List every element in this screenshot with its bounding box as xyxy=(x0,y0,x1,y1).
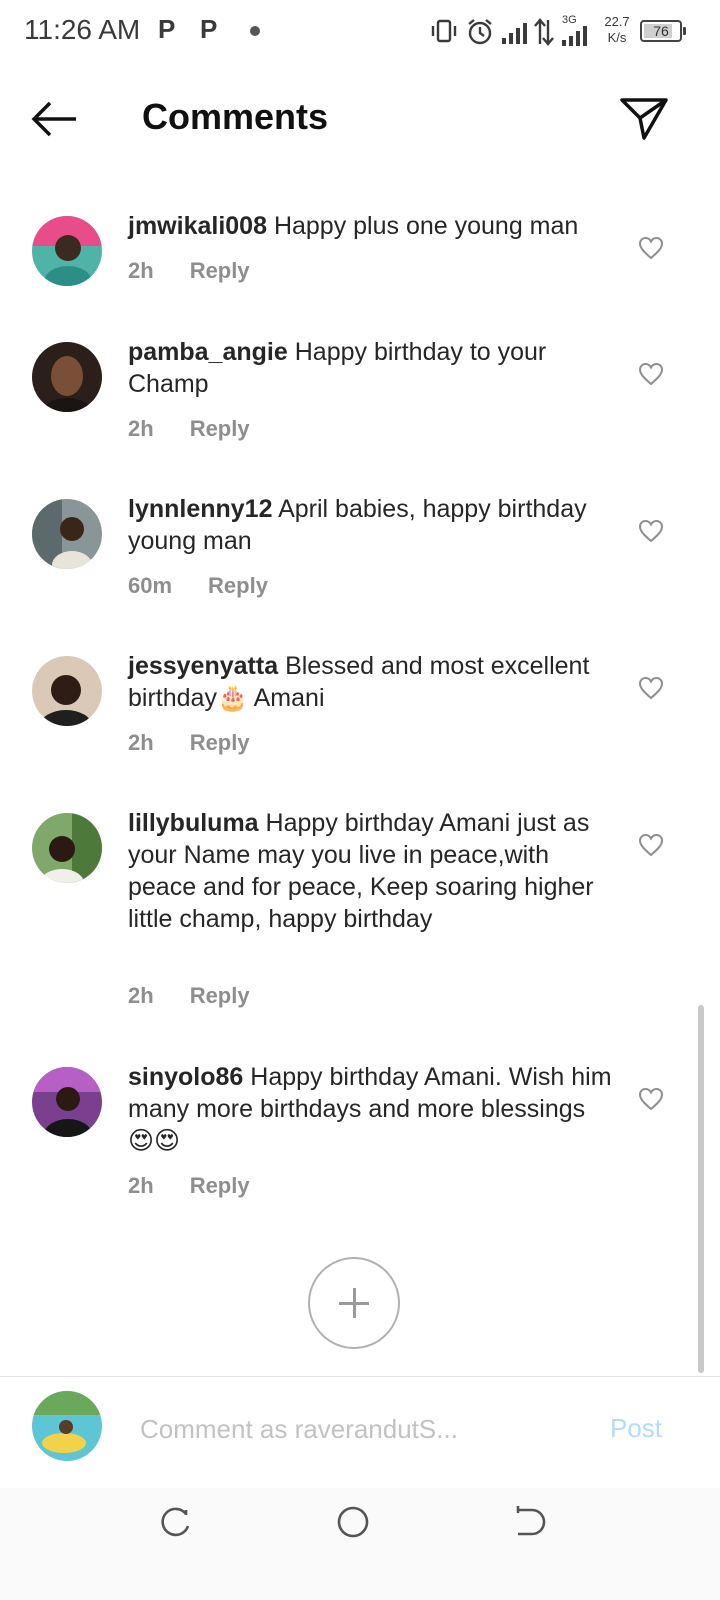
reply-button[interactable]: Reply xyxy=(190,730,250,755)
home-button[interactable] xyxy=(333,1502,373,1542)
comment-username[interactable]: jmwikali008 xyxy=(128,212,267,240)
post-button[interactable]: Post xyxy=(610,1413,662,1444)
avatar[interactable] xyxy=(32,656,102,726)
reply-button[interactable]: Reply xyxy=(190,1173,250,1198)
like-button[interactable] xyxy=(638,676,664,700)
avatar xyxy=(32,1391,102,1461)
avatar[interactable] xyxy=(32,342,102,412)
comment-time: 2h xyxy=(128,983,154,1008)
reply-button[interactable]: Reply xyxy=(190,258,250,283)
alarm-icon xyxy=(468,19,492,45)
battery-icon: 76 xyxy=(640,20,686,42)
more-notifications-dot-icon xyxy=(250,26,260,36)
avatar[interactable] xyxy=(32,499,102,569)
header: Comments xyxy=(0,64,720,174)
comment-username[interactable]: pamba_angie xyxy=(128,338,288,366)
status-time: 11:26 AM xyxy=(24,14,141,45)
scrollbar[interactable] xyxy=(698,1005,704,1373)
comment-time: 60m xyxy=(128,573,173,598)
comment-text: Happy plus one young man xyxy=(273,212,579,240)
page-title: Comments xyxy=(142,96,329,137)
vibrate-icon xyxy=(431,19,457,43)
comment-username[interactable]: jessyenyatta xyxy=(128,652,278,680)
comment-time: 2h xyxy=(128,1173,154,1198)
reply-button[interactable]: Reply xyxy=(190,983,250,1008)
heart-icon xyxy=(638,362,664,386)
comment-username[interactable]: sinyolo86 xyxy=(128,1063,243,1091)
signal-3g-icon xyxy=(562,26,587,46)
heart-icon xyxy=(638,1087,664,1111)
network-type: 3G xyxy=(562,14,577,26)
like-button[interactable] xyxy=(638,1087,664,1111)
share-button[interactable] xyxy=(618,92,670,144)
notification-icon: P xyxy=(158,14,176,44)
comment-time: 2h xyxy=(128,258,154,283)
comment-username[interactable]: lynnlenny12 xyxy=(128,495,273,523)
battery-level: 76 xyxy=(653,23,669,39)
like-button[interactable] xyxy=(638,362,664,386)
avatar[interactable] xyxy=(32,1067,102,1137)
paper-plane-icon xyxy=(620,98,668,140)
recent-apps-button[interactable] xyxy=(156,1502,196,1542)
comment-composer: Post xyxy=(0,1376,720,1488)
reply-button[interactable]: Reply xyxy=(190,416,250,441)
status-icons: 3G 22.7 K/s 76 xyxy=(430,12,690,52)
avatar[interactable] xyxy=(32,813,102,883)
network-speed: 22.7 K/s xyxy=(604,14,630,45)
signal-icon xyxy=(502,23,527,44)
comment-username[interactable]: lillybuluma xyxy=(128,809,259,837)
system-nav-bar xyxy=(0,1488,720,1600)
home-circle-icon xyxy=(337,1506,369,1538)
like-button[interactable] xyxy=(638,833,664,857)
heart-icon xyxy=(638,676,664,700)
heart-icon xyxy=(638,519,664,543)
notification-icon: P xyxy=(200,14,218,44)
comment-input[interactable] xyxy=(140,1409,580,1449)
back-nav-button[interactable] xyxy=(510,1502,550,1542)
load-more-comments-button[interactable] xyxy=(308,1257,400,1349)
reply-button[interactable]: Reply xyxy=(208,573,268,598)
back-nav-icon xyxy=(516,1506,546,1536)
recent-apps-icon xyxy=(161,1507,190,1537)
like-button[interactable] xyxy=(638,236,664,260)
status-bar: 11:26 AM P P 3G 22.7 K/s 76 xyxy=(0,0,720,64)
data-transfer-icon xyxy=(534,18,554,46)
comment-time: 2h xyxy=(128,730,154,755)
arrow-left-icon xyxy=(31,101,76,137)
like-button[interactable] xyxy=(638,519,664,543)
avatar[interactable] xyxy=(32,216,102,286)
heart-icon xyxy=(638,236,664,260)
comment-time: 2h xyxy=(128,416,154,441)
back-button[interactable] xyxy=(26,94,82,144)
heart-icon xyxy=(638,833,664,857)
